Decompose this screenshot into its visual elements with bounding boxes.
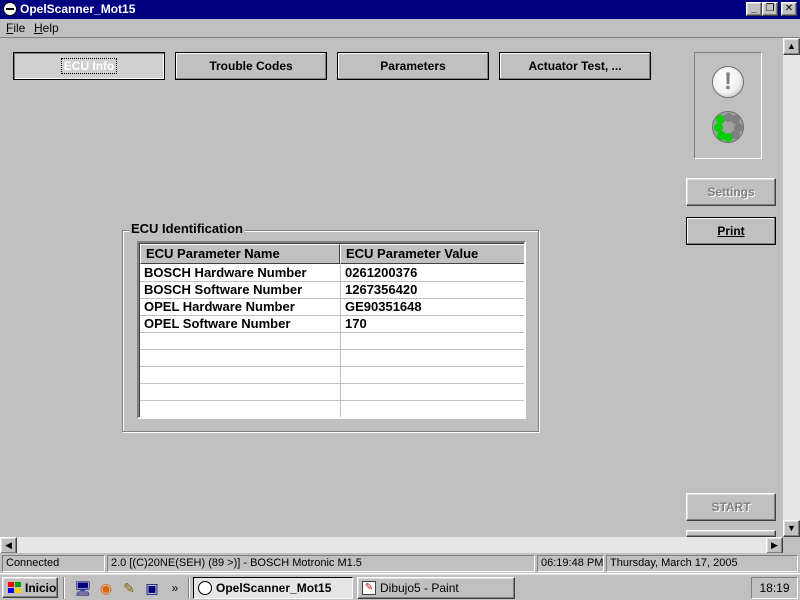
scroll-down-arrow-icon[interactable]: ▼: [783, 520, 800, 537]
status-date: Thursday, March 17, 2005: [606, 555, 798, 572]
ecu-identification-title: ECU Identification: [129, 221, 245, 236]
menu-file[interactable]: File: [6, 21, 25, 35]
pencil-icon[interactable]: ✎: [120, 579, 138, 597]
minimize-button[interactable]: _: [746, 2, 762, 16]
cell-parameter-name: [140, 401, 340, 417]
cell-parameter-name: [140, 367, 340, 384]
firefox-icon[interactable]: ◉: [97, 579, 115, 597]
print-button[interactable]: Print: [686, 217, 776, 245]
menu-help[interactable]: Help: [34, 21, 59, 35]
cell-parameter-value: [340, 350, 524, 367]
app-icon[interactable]: [3, 2, 17, 16]
led-ring-icon: [712, 111, 744, 143]
table-row[interactable]: [140, 367, 524, 384]
table-row[interactable]: [140, 384, 524, 401]
tab-trouble-codes-label: Trouble Codes: [209, 59, 293, 73]
tab-actuator-test[interactable]: Actuator Test, ...: [499, 52, 651, 80]
tab-parameters[interactable]: Parameters: [337, 52, 489, 80]
cell-parameter-value: 170: [340, 316, 524, 333]
tab-ecu-info-label: ECU Info: [60, 58, 118, 74]
paint-icon: ✎: [362, 581, 376, 595]
cell-parameter-value: [340, 367, 524, 384]
quick-launch-overflow-icon[interactable]: »: [166, 579, 184, 597]
cell-parameter-name: [140, 350, 340, 367]
ecu-identification-group: ECU Identification ECU Parameter Name EC…: [122, 221, 539, 432]
app-icon: [198, 581, 212, 595]
tab-actuator-test-label: Actuator Test, ...: [528, 59, 622, 73]
table-row[interactable]: [140, 350, 524, 367]
column-header-name[interactable]: ECU Parameter Name: [140, 244, 340, 264]
table-row[interactable]: BOSCH Software Number 1267356420: [140, 282, 524, 299]
menu-bar: File Help: [0, 19, 800, 37]
tab-ecu-info[interactable]: ECU Info: [13, 52, 165, 80]
system-tray[interactable]: 18:19: [751, 577, 798, 599]
desktop-icon[interactable]: 🖥: [74, 579, 92, 597]
table-row[interactable]: OPEL Software Number 170: [140, 316, 524, 333]
start-scan-button[interactable]: START: [686, 493, 776, 521]
status-connection: Connected: [2, 555, 105, 572]
status-ecu-info: 2.0 [(C)20NE(SEH) (89 >)] - BOSCH Motron…: [107, 555, 535, 572]
scroll-left-arrow-icon[interactable]: ◀: [0, 537, 17, 554]
hidden-button[interactable]: [686, 530, 776, 537]
table-row[interactable]: [140, 401, 524, 417]
main-area: ECU Info Trouble Codes Parameters Actuat…: [0, 37, 800, 554]
task-opelscanner[interactable]: OpelScanner_Mot15: [193, 577, 353, 599]
scroll-right-arrow-icon[interactable]: ▶: [766, 537, 783, 554]
led-icon: [734, 123, 743, 132]
status-time: 06:19:48 PM: [537, 555, 604, 572]
scroll-up-arrow-icon[interactable]: ▲: [783, 38, 800, 55]
task-opelscanner-label: OpelScanner_Mot15: [216, 581, 332, 595]
restore-button[interactable]: ❐: [762, 2, 778, 16]
cell-parameter-value: GE90351648: [340, 299, 524, 316]
cell-parameter-value: [340, 333, 524, 350]
tab-parameters-label: Parameters: [380, 59, 446, 73]
taskbar-divider: [188, 577, 190, 599]
vertical-scrollbar[interactable]: ▲ ▼: [783, 38, 800, 537]
table-row[interactable]: BOSCH Hardware Number 0261200376: [140, 265, 524, 282]
taskbar: Inicio 🖥 ◉ ✎ ▣ » OpelScanner_Mot15 ✎ Dib…: [0, 573, 800, 600]
scroll-corner: [783, 537, 800, 554]
cell-parameter-name: BOSCH Hardware Number: [144, 265, 307, 280]
cell-parameter-name: OPEL Software Number: [144, 316, 291, 331]
column-header-value[interactable]: ECU Parameter Value: [340, 244, 524, 264]
cell-parameter-value: [340, 401, 524, 417]
status-indicator-panel: !: [694, 52, 762, 159]
table-row[interactable]: OPEL Hardware Number GE90351648: [140, 299, 524, 316]
led-icon: [724, 113, 733, 122]
window-title: OpelScanner_Mot15: [20, 2, 136, 16]
table-header: ECU Parameter Name ECU Parameter Value: [140, 244, 524, 264]
close-button[interactable]: ✕: [781, 2, 797, 16]
network-icon[interactable]: ▣: [143, 579, 161, 597]
exclamation-icon: !: [712, 66, 744, 98]
title-bar[interactable]: OpelScanner_Mot15 _ ❐ ✕: [0, 0, 800, 19]
start-label: Inicio: [25, 580, 57, 595]
tab-trouble-codes[interactable]: Trouble Codes: [175, 52, 327, 80]
cell-parameter-value: [340, 384, 524, 401]
cell-parameter-name: [140, 333, 340, 350]
windows-logo-icon: [6, 581, 22, 595]
settings-button[interactable]: Settings: [686, 178, 776, 206]
tray-clock[interactable]: 18:19: [759, 581, 789, 595]
cell-parameter-name: OPEL Hardware Number: [144, 299, 295, 314]
cell-parameter-name: [140, 384, 340, 401]
task-paint-label: Dibujo5 - Paint: [380, 581, 459, 595]
taskbar-divider: [63, 577, 65, 599]
horizontal-scrollbar[interactable]: ◀ ▶: [0, 537, 783, 554]
table-row[interactable]: [140, 333, 524, 350]
print-button-label: Print: [717, 224, 745, 238]
cell-parameter-value: 0261200376: [340, 265, 524, 282]
cell-parameter-value: 1267356420: [340, 282, 524, 299]
start-button[interactable]: Inicio: [2, 577, 58, 598]
start-scan-button-label: START: [711, 500, 751, 514]
settings-button-label: Settings: [707, 185, 755, 199]
status-bar: Connected 2.0 [(C)20NE(SEH) (89 >)] - BO…: [0, 553, 800, 573]
cell-parameter-name: BOSCH Software Number: [144, 282, 303, 297]
ecu-parameter-table[interactable]: ECU Parameter Name ECU Parameter Value B…: [137, 241, 526, 419]
task-paint[interactable]: ✎ Dibujo5 - Paint: [357, 577, 515, 599]
